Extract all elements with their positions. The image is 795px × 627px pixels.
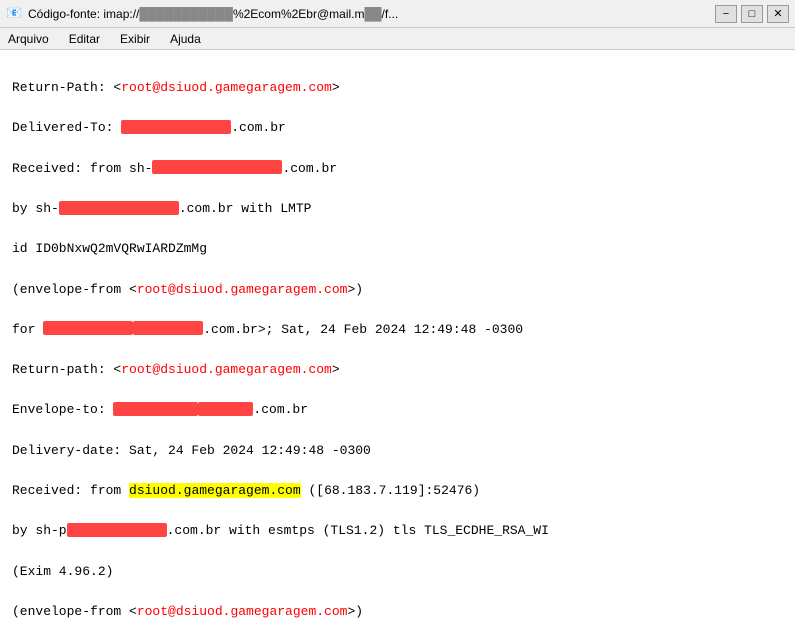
app-icon: 📧	[6, 6, 22, 22]
line-return-path-1: Return-Path: <root@dsiuod.gamegaragem.co…	[12, 78, 783, 98]
email-source-content: Return-Path: <root@dsiuod.gamegaragem.co…	[0, 50, 795, 627]
line-return-path-2: Return-path: <root@dsiuod.gamegaragem.co…	[12, 360, 783, 380]
line-envelope-from-2: (envelope-from <root@dsiuod.gamegaragem.…	[12, 602, 783, 622]
line-delivery-date: Delivery-date: Sat, 24 Feb 2024 12:49:48…	[12, 441, 783, 461]
line-for-1: for .com.br>; Sat, 24 Feb 2024 12:49:48 …	[12, 320, 783, 340]
title-bar-left: 📧 Código-fonte: imap://███████████%2Ecom…	[6, 6, 398, 22]
line-delivered-to: Delivered-To: .com.br	[12, 118, 783, 138]
title-bar-buttons: − □ ✕	[715, 5, 789, 23]
title-bar: 📧 Código-fonte: imap://███████████%2Ecom…	[0, 0, 795, 28]
line-received-by-2: by sh-p.com.br with esmtps (TLS1.2) tls …	[12, 521, 783, 541]
title-bar-text: Código-fonte: imap://███████████%2Ecom%2…	[28, 7, 398, 21]
menu-bar: Arquivo Editar Exibir Ajuda	[0, 28, 795, 50]
line-id-1: id ID0bNxwQ2mVQRwIARDZmMg	[12, 239, 783, 259]
menu-ajuda[interactable]: Ajuda	[166, 31, 205, 47]
line-envelope-to: Envelope-to: .com.br	[12, 400, 783, 420]
line-received-2: Received: from dsiuod.gamegaragem.com ([…	[12, 481, 783, 501]
line-received-1: Received: from sh-.com.br	[12, 159, 783, 179]
line-envelope-from-1: (envelope-from <root@dsiuod.gamegaragem.…	[12, 280, 783, 300]
menu-arquivo[interactable]: Arquivo	[4, 31, 53, 47]
line-exim: (Exim 4.96.2)	[12, 562, 783, 582]
maximize-button[interactable]: □	[741, 5, 763, 23]
menu-exibir[interactable]: Exibir	[116, 31, 154, 47]
line-received-by-1: by sh-.com.br with LMTP	[12, 199, 783, 219]
minimize-button[interactable]: −	[715, 5, 737, 23]
menu-editar[interactable]: Editar	[65, 31, 104, 47]
close-button[interactable]: ✕	[767, 5, 789, 23]
